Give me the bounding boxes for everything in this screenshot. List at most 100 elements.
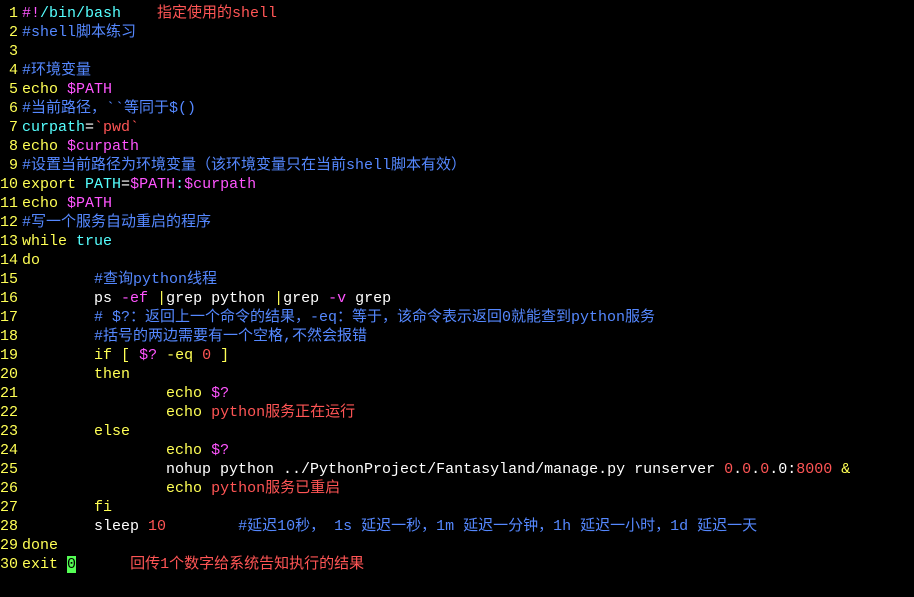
line-content[interactable]: #当前路径，``等同于$() [22, 99, 914, 118]
token: if [94, 347, 112, 364]
code-line[interactable]: 30exit 0 回传1个数字给系统告知执行的结果 [0, 555, 914, 574]
token [22, 404, 166, 421]
line-content[interactable]: ps -ef |grep python |grep -v grep [22, 289, 914, 308]
line-number: 27 [0, 498, 22, 517]
code-line[interactable]: 15 #查询python线程 [0, 270, 914, 289]
line-content[interactable]: if [ $? -eq 0 ] [22, 346, 914, 365]
line-content[interactable]: #设置当前路径为环境变量（该环境变量只在当前shell脚本有效） [22, 156, 914, 175]
code-line[interactable]: 8echo $curpath [0, 137, 914, 156]
token: `pwd` [94, 119, 139, 136]
token [148, 290, 157, 307]
code-line[interactable]: 29done [0, 536, 914, 555]
line-number: 25 [0, 460, 22, 479]
code-line[interactable]: 26 echo python服务已重启 [0, 479, 914, 498]
code-line[interactable]: 22 echo python服务正在运行 [0, 403, 914, 422]
line-number: 8 [0, 137, 22, 156]
line-content[interactable]: #环境变量 [22, 61, 914, 80]
token: PATH [85, 176, 121, 193]
token: 10 [148, 518, 166, 535]
token: $? [139, 347, 157, 364]
token [121, 5, 157, 22]
token [22, 366, 94, 383]
code-line[interactable]: 25 nohup python ../PythonProject/Fantasy… [0, 460, 914, 479]
line-content[interactable]: echo python服务已重启 [22, 479, 914, 498]
token [58, 138, 67, 155]
code-line[interactable]: 4#环境变量 [0, 61, 914, 80]
token: then [94, 366, 130, 383]
token [166, 518, 238, 535]
code-line[interactable]: 3 [0, 42, 914, 61]
code-line[interactable]: 21 echo $? [0, 384, 914, 403]
line-content[interactable]: exit 0 回传1个数字给系统告知执行的结果 [22, 555, 914, 574]
line-content[interactable]: fi [22, 498, 914, 517]
token: export [22, 176, 76, 193]
token [157, 347, 166, 364]
line-content[interactable]: else [22, 422, 914, 441]
code-line[interactable]: 20 then [0, 365, 914, 384]
line-content[interactable]: nohup python ../PythonProject/Fantasylan… [22, 460, 914, 479]
token [22, 499, 94, 516]
line-number: 21 [0, 384, 22, 403]
token [58, 81, 67, 98]
line-content[interactable]: echo $? [22, 441, 914, 460]
line-content[interactable]: echo $PATH [22, 80, 914, 99]
code-line[interactable]: 2#shell脚本练习 [0, 23, 914, 42]
line-content[interactable]: #括号的两边需要有一个空格,不然会报错 [22, 327, 914, 346]
token: 0 [202, 347, 211, 364]
line-content[interactable]: sleep 10 #延迟10秒， 1s 延迟一秒，1m 延迟一分钟，1h 延迟一… [22, 517, 914, 536]
line-content[interactable]: #查询python线程 [22, 270, 914, 289]
line-number: 23 [0, 422, 22, 441]
token: ps [22, 290, 121, 307]
line-number: 7 [0, 118, 22, 137]
token: . [751, 461, 760, 478]
token: while [22, 233, 67, 250]
line-content[interactable]: #写一个服务自动重启的程序 [22, 213, 914, 232]
code-line[interactable]: 13while true [0, 232, 914, 251]
code-line[interactable]: 19 if [ $? -eq 0 ] [0, 346, 914, 365]
code-line[interactable]: 1#!/bin/bash 指定使用的shell [0, 4, 914, 23]
token: sleep [22, 518, 148, 535]
code-line[interactable]: 9#设置当前路径为环境变量（该环境变量只在当前shell脚本有效） [0, 156, 914, 175]
code-line[interactable]: 28 sleep 10 #延迟10秒， 1s 延迟一秒，1m 延迟一分钟，1h … [0, 517, 914, 536]
line-content[interactable]: done [22, 536, 914, 555]
line-content[interactable]: #shell脚本练习 [22, 23, 914, 42]
code-line[interactable]: 5echo $PATH [0, 80, 914, 99]
code-line[interactable]: 16 ps -ef |grep python |grep -v grep [0, 289, 914, 308]
line-content[interactable] [22, 42, 914, 61]
code-line[interactable]: 17 # $?：返回上一个命令的结果，-eq：等于，该命令表示返回0就能查到py… [0, 308, 914, 327]
line-number: 3 [0, 42, 22, 61]
code-line[interactable]: 18 #括号的两边需要有一个空格,不然会报错 [0, 327, 914, 346]
line-content[interactable]: curpath=`pwd` [22, 118, 914, 137]
code-line[interactable]: 12#写一个服务自动重启的程序 [0, 213, 914, 232]
token: echo [166, 385, 202, 402]
token: 0 [67, 556, 76, 573]
token [67, 233, 76, 250]
code-line[interactable]: 14do [0, 251, 914, 270]
code-line[interactable]: 11echo $PATH [0, 194, 914, 213]
line-content[interactable]: echo $? [22, 384, 914, 403]
token [832, 461, 841, 478]
line-number: 10 [0, 175, 22, 194]
code-line[interactable]: 6#当前路径，``等同于$() [0, 99, 914, 118]
line-content[interactable]: echo $curpath [22, 137, 914, 156]
line-content[interactable]: echo python服务正在运行 [22, 403, 914, 422]
code-line[interactable]: 10export PATH=$PATH:$curpath [0, 175, 914, 194]
line-content[interactable]: then [22, 365, 914, 384]
token: python服务正在运行 [211, 404, 355, 421]
token: exit [22, 556, 58, 573]
line-content[interactable]: while true [22, 232, 914, 251]
code-editor[interactable]: 1#!/bin/bash 指定使用的shell2#shell脚本练习34#环境变… [0, 4, 914, 574]
code-line[interactable]: 24 echo $? [0, 441, 914, 460]
code-line[interactable]: 7curpath=`pwd` [0, 118, 914, 137]
line-content[interactable]: do [22, 251, 914, 270]
line-content[interactable]: # $?：返回上一个命令的结果，-eq：等于，该命令表示返回0就能查到pytho… [22, 308, 914, 327]
token: ] [220, 347, 229, 364]
token [202, 385, 211, 402]
token: 8000 [796, 461, 832, 478]
line-content[interactable]: #!/bin/bash 指定使用的shell [22, 4, 914, 23]
line-content[interactable]: export PATH=$PATH:$curpath [22, 175, 914, 194]
line-number: 14 [0, 251, 22, 270]
line-content[interactable]: echo $PATH [22, 194, 914, 213]
code-line[interactable]: 23 else [0, 422, 914, 441]
code-line[interactable]: 27 fi [0, 498, 914, 517]
